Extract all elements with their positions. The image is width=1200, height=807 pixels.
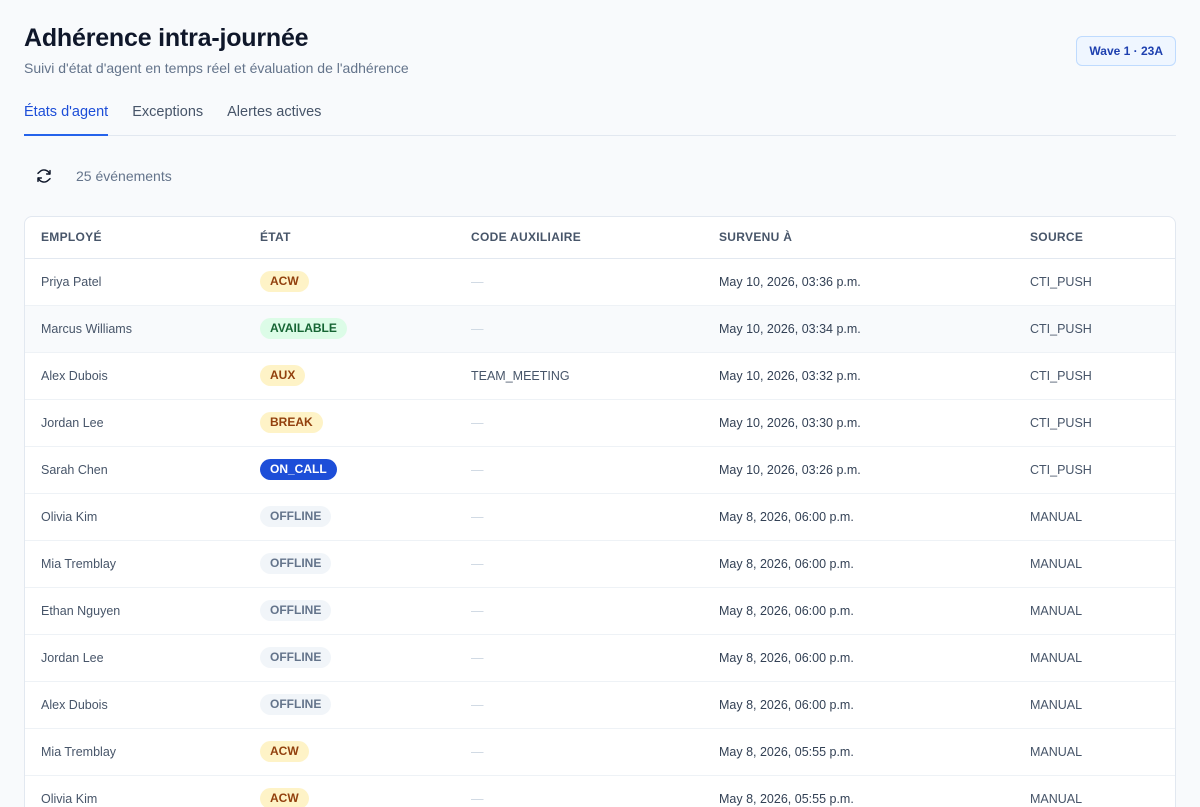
employee-cell: Alex Dubois — [25, 681, 244, 729]
source-cell: MANUAL — [1014, 775, 1175, 807]
state-badge: ACW — [260, 741, 309, 762]
refresh-button[interactable] — [24, 160, 64, 192]
table-row[interactable]: Olivia Kim OFFLINE — May 8, 2026, 06:00 … — [25, 493, 1175, 541]
table-row[interactable]: Jordan Lee BREAK — May 10, 2026, 03:30 p… — [25, 399, 1175, 447]
page-header: Adhérence intra-journée Suivi d'état d'a… — [24, 0, 1176, 100]
tab-bar: États d'agent Exceptions Alertes actives — [24, 100, 1176, 136]
employee-cell: Mia Tremblay — [25, 728, 244, 776]
page-title: Adhérence intra-journée — [24, 24, 309, 52]
aux-code-cell: — — [455, 634, 703, 682]
employee-cell: Jordan Lee — [25, 634, 244, 682]
source-cell: MANUAL — [1014, 540, 1175, 588]
state-badge: OFFLINE — [260, 647, 332, 668]
occurred-at-cell: May 8, 2026, 06:00 p.m. — [703, 493, 1014, 541]
table-row[interactable]: Jordan Lee OFFLINE — May 8, 2026, 06:00 … — [25, 634, 1175, 682]
state-badge: OFFLINE — [260, 506, 332, 527]
column-header-aux-code[interactable]: CODE AUXILIAIRE — [455, 217, 703, 259]
aux-code-cell: — — [455, 399, 703, 447]
event-count: 25 événements — [76, 168, 172, 184]
employee-cell: Marcus Williams — [25, 305, 244, 353]
tab-exceptions[interactable]: Exceptions — [132, 100, 203, 136]
table-row[interactable]: Priya Patel ACW — May 10, 2026, 03:36 p.… — [25, 258, 1175, 306]
occurred-at-cell: May 8, 2026, 06:00 p.m. — [703, 681, 1014, 729]
wave-badge: Wave 1 · 23A — [1076, 36, 1176, 66]
page-subtitle: Suivi d'état d'agent en temps réel et év… — [24, 60, 409, 76]
state-badge: ON_CALL — [260, 459, 337, 480]
employee-cell: Mia Tremblay — [25, 540, 244, 588]
state-badge: ACW — [260, 788, 309, 807]
source-cell: CTI_PUSH — [1014, 352, 1175, 400]
occurred-at-cell: May 10, 2026, 03:32 p.m. — [703, 352, 1014, 400]
column-header-source[interactable]: SOURCE — [1014, 217, 1175, 259]
column-header-state[interactable]: ÉTAT — [244, 217, 455, 259]
aux-code-cell: — — [455, 587, 703, 635]
state-badge: OFFLINE — [260, 694, 332, 715]
aux-code-cell: — — [455, 258, 703, 306]
table-header-row: EMPLOYÉ ÉTAT CODE AUXILIAIRE SURVENU À S… — [25, 217, 1175, 259]
state-badge: OFFLINE — [260, 600, 332, 621]
occurred-at-cell: May 8, 2026, 05:55 p.m. — [703, 775, 1014, 807]
occurred-at-cell: May 8, 2026, 05:55 p.m. — [703, 728, 1014, 776]
occurred-at-cell: May 8, 2026, 06:00 p.m. — [703, 540, 1014, 588]
column-header-occurred-at[interactable]: SURVENU À — [703, 217, 1014, 259]
source-cell: CTI_PUSH — [1014, 399, 1175, 447]
state-badge: ACW — [260, 271, 309, 292]
column-header-employee[interactable]: EMPLOYÉ — [25, 217, 244, 259]
employee-cell: Priya Patel — [25, 258, 244, 306]
aux-code-cell: — — [455, 493, 703, 541]
occurred-at-cell: May 10, 2026, 03:30 p.m. — [703, 399, 1014, 447]
table-row[interactable]: Marcus Williams AVAILABLE — May 10, 2026… — [25, 305, 1175, 353]
toolbar: 25 événements — [24, 160, 172, 192]
tab-agent-states[interactable]: États d'agent — [24, 100, 109, 136]
occurred-at-cell: May 10, 2026, 03:36 p.m. — [703, 258, 1014, 306]
table-row[interactable]: Olivia Kim ACW — May 8, 2026, 05:55 p.m.… — [25, 775, 1175, 807]
aux-code-cell: — — [455, 775, 703, 807]
source-cell: CTI_PUSH — [1014, 446, 1175, 494]
table-row[interactable]: Mia Tremblay OFFLINE — May 8, 2026, 06:0… — [25, 540, 1175, 588]
tab-active-alerts[interactable]: Alertes actives — [227, 100, 321, 136]
state-badge: BREAK — [260, 412, 323, 433]
employee-cell: Ethan Nguyen — [25, 587, 244, 635]
table-row[interactable]: Alex Dubois AUX TEAM_MEETING May 10, 202… — [25, 352, 1175, 400]
state-badge: AVAILABLE — [260, 318, 347, 339]
employee-cell: Jordan Lee — [25, 399, 244, 447]
aux-code-cell: — — [455, 728, 703, 776]
source-cell: MANUAL — [1014, 681, 1175, 729]
agent-states-table: EMPLOYÉ ÉTAT CODE AUXILIAIRE SURVENU À S… — [24, 216, 1176, 807]
aux-code-cell: — — [455, 305, 703, 353]
page: Adhérence intra-journée Suivi d'état d'a… — [24, 0, 1176, 807]
table-row[interactable]: Ethan Nguyen OFFLINE — May 8, 2026, 06:0… — [25, 587, 1175, 635]
source-cell: MANUAL — [1014, 728, 1175, 776]
employee-cell: Alex Dubois — [25, 352, 244, 400]
source-cell: MANUAL — [1014, 634, 1175, 682]
refresh-icon — [37, 169, 51, 183]
employee-cell: Sarah Chen — [25, 446, 244, 494]
aux-code-cell: — — [455, 446, 703, 494]
state-badge: OFFLINE — [260, 553, 332, 574]
state-badge: AUX — [260, 365, 306, 386]
source-cell: MANUAL — [1014, 587, 1175, 635]
table-row[interactable]: Alex Dubois OFFLINE — May 8, 2026, 06:00… — [25, 681, 1175, 729]
source-cell: CTI_PUSH — [1014, 258, 1175, 306]
occurred-at-cell: May 8, 2026, 06:00 p.m. — [703, 587, 1014, 635]
aux-code-cell: — — [455, 681, 703, 729]
table-row[interactable]: Mia Tremblay ACW — May 8, 2026, 05:55 p.… — [25, 728, 1175, 776]
source-cell: CTI_PUSH — [1014, 305, 1175, 353]
occurred-at-cell: May 8, 2026, 06:00 p.m. — [703, 634, 1014, 682]
table-row[interactable]: Sarah Chen ON_CALL — May 10, 2026, 03:26… — [25, 446, 1175, 494]
aux-code-cell: TEAM_MEETING — [455, 352, 703, 400]
source-cell: MANUAL — [1014, 493, 1175, 541]
occurred-at-cell: May 10, 2026, 03:34 p.m. — [703, 305, 1014, 353]
occurred-at-cell: May 10, 2026, 03:26 p.m. — [703, 446, 1014, 494]
aux-code-cell: — — [455, 540, 703, 588]
employee-cell: Olivia Kim — [25, 775, 244, 807]
employee-cell: Olivia Kim — [25, 493, 244, 541]
